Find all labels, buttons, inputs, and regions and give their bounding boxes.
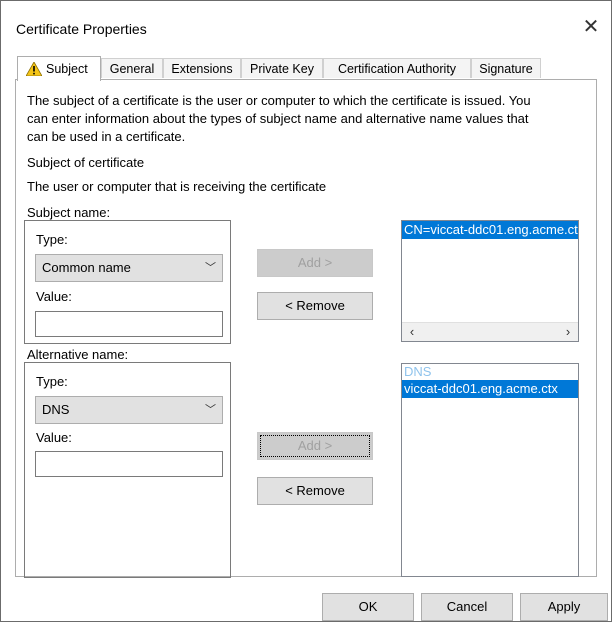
- list-group-header: DNS: [404, 364, 432, 379]
- horizontal-scrollbar[interactable]: ‹ ›: [402, 322, 578, 341]
- scroll-left-icon[interactable]: ‹: [404, 323, 420, 341]
- certificate-properties-dialog: Certificate Properties ✕ Subject General…: [0, 0, 612, 622]
- subject-type-label: Type:: [36, 232, 68, 247]
- subject-value-input[interactable]: [35, 311, 223, 337]
- tab-extensions[interactable]: Extensions: [163, 58, 241, 78]
- close-icon[interactable]: ✕: [579, 15, 603, 39]
- alt-value-input[interactable]: [35, 451, 223, 477]
- warning-icon: [26, 62, 42, 76]
- subject-remove-button[interactable]: < Remove: [257, 292, 373, 320]
- subject-value-label: Value:: [36, 289, 72, 304]
- section-heading: Subject of certificate: [27, 155, 145, 170]
- tab-label: Signature: [479, 62, 533, 76]
- subject-name-group: Type: Common name ﹀ Value:: [24, 220, 231, 344]
- subject-add-button[interactable]: Add >: [257, 249, 373, 277]
- tab-signature[interactable]: Signature: [471, 58, 541, 78]
- alt-add-button[interactable]: Add >: [257, 432, 373, 460]
- tab-general[interactable]: General: [101, 58, 163, 78]
- apply-button[interactable]: Apply: [520, 593, 608, 621]
- subject-values-list[interactable]: CN=viccat-ddc01.eng.acme.ctx ‹ ›: [401, 220, 579, 342]
- title-bar: Certificate Properties ✕: [1, 1, 611, 55]
- section-description: The user or computer that is receiving t…: [27, 179, 327, 194]
- alternative-values-list[interactable]: DNS viccat-ddc01.eng.acme.ctx: [401, 363, 579, 577]
- subject-type-select[interactable]: Common name ﹀: [35, 254, 223, 282]
- subject-type-value: Common name: [42, 260, 131, 275]
- tab-label: Extensions: [171, 62, 233, 76]
- tab-label: General: [109, 62, 155, 76]
- window-title: Certificate Properties: [16, 21, 147, 37]
- cancel-button[interactable]: Cancel: [421, 593, 513, 621]
- subject-tab-panel: The subject of a certificate is the user…: [15, 79, 597, 578]
- tab-label: Private Key: [250, 62, 314, 76]
- tab-subject[interactable]: Subject: [17, 56, 101, 81]
- alt-value-label: Value:: [36, 430, 72, 445]
- ok-button[interactable]: OK: [322, 593, 414, 621]
- tab-label: Subject: [46, 62, 88, 76]
- alt-type-label: Type:: [36, 374, 68, 389]
- intro-line-2: can enter information about the types of…: [27, 111, 529, 126]
- chevron-down-icon: ﹀: [205, 404, 216, 416]
- alt-type-select[interactable]: DNS ﹀: [35, 396, 223, 424]
- tab-private-key[interactable]: Private Key: [241, 58, 323, 78]
- tab-certification-authority[interactable]: Certification Authority: [323, 58, 471, 78]
- list-item[interactable]: CN=viccat-ddc01.eng.acme.ctx: [402, 221, 578, 239]
- alt-remove-button[interactable]: < Remove: [257, 477, 373, 505]
- alt-type-value: DNS: [42, 402, 70, 417]
- tab-label: Certification Authority: [337, 62, 457, 76]
- scroll-right-icon[interactable]: ›: [560, 323, 576, 341]
- list-item[interactable]: viccat-ddc01.eng.acme.ctx: [402, 380, 578, 398]
- intro-line-3: can be used in a certificate.: [27, 129, 186, 144]
- chevron-down-icon: ﹀: [205, 262, 216, 274]
- alternative-name-group: Type: DNS ﹀ Value:: [24, 362, 231, 578]
- intro-line-1: The subject of a certificate is the user…: [27, 93, 531, 108]
